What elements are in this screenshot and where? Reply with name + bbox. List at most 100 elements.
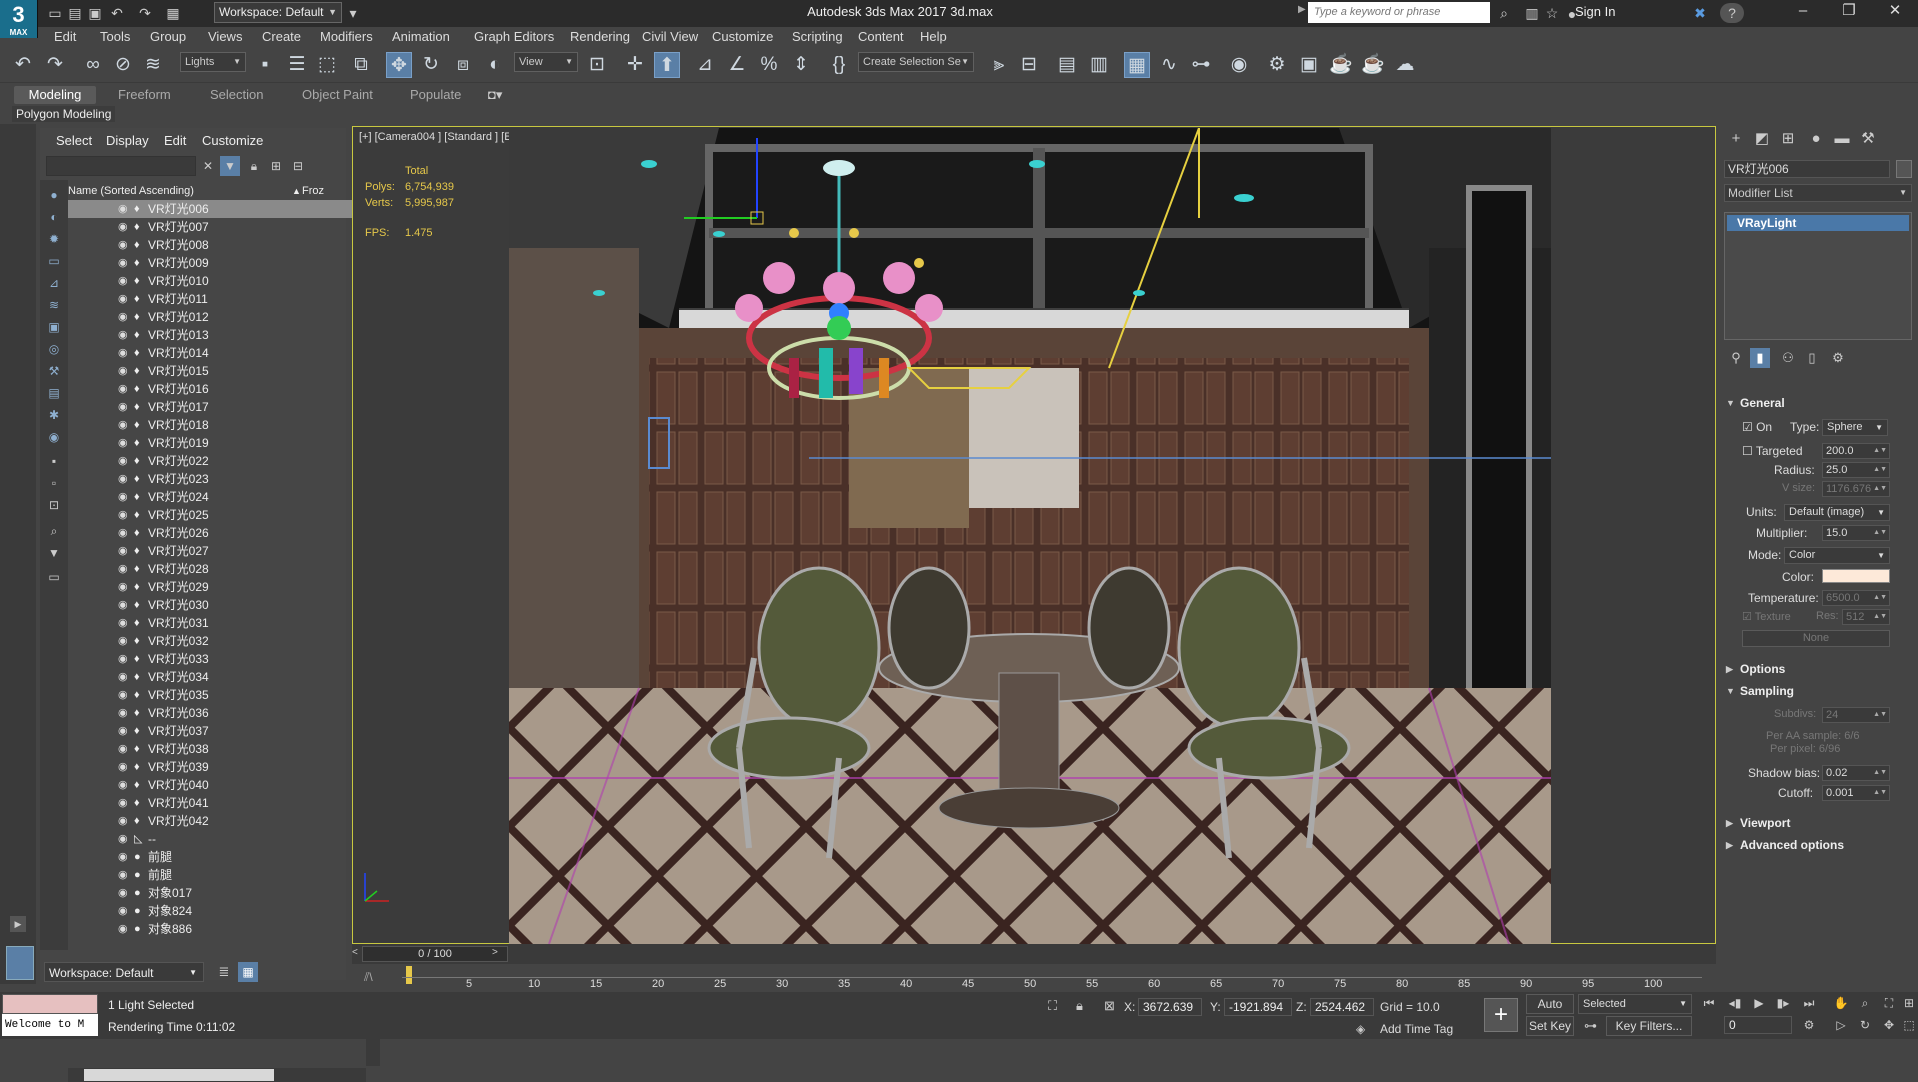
make-unique-icon[interactable]: ⚇ <box>1778 348 1798 368</box>
field-of-view-icon[interactable]: ▷ <box>1832 1016 1850 1034</box>
pivot-center-icon[interactable]: ⊡ <box>584 52 610 78</box>
display-particles-icon[interactable]: ✱ <box>44 408 64 424</box>
explorer-row[interactable]: ◉ ♦ VR灯光009 <box>68 254 366 272</box>
bulb-icon[interactable]: ♦ <box>134 434 140 452</box>
visibility-eye-icon[interactable]: ◉ <box>118 704 128 722</box>
material-editor-icon[interactable]: ◉ <box>1226 52 1252 78</box>
visibility-eye-icon[interactable]: ◉ <box>118 884 128 902</box>
render-iterative-icon[interactable]: ☕ <box>1360 52 1386 78</box>
display-lights-icon[interactable]: ✹ <box>44 232 64 248</box>
curve-editor-icon[interactable]: ∿ <box>1156 52 1182 78</box>
select-by-name-icon[interactable]: ☰ <box>284 52 310 78</box>
display-shapes-icon[interactable]: ◐ <box>44 210 64 226</box>
menu-customize[interactable]: Customize <box>712 27 773 47</box>
tab-selection[interactable]: Selection <box>210 86 263 104</box>
bulb-icon[interactable]: ♦ <box>134 614 140 632</box>
explorer-menu-customize[interactable]: Customize <box>202 133 263 148</box>
visibility-eye-icon[interactable]: ◉ <box>118 470 128 488</box>
explorer-row[interactable]: ◉ ♦ VR灯光018 <box>68 416 366 434</box>
explorer-row[interactable]: ◉ ♦ VR灯光026 <box>68 524 366 542</box>
sort-by-hierarchy-icon[interactable]: ▦ <box>238 962 258 982</box>
rollout-options[interactable]: ▶ Options <box>1722 660 1914 678</box>
next-frame-icon[interactable]: ▮▸ <box>1774 994 1792 1012</box>
visibility-eye-icon[interactable]: ◉ <box>118 524 128 542</box>
bulb-icon[interactable]: ♦ <box>134 632 140 650</box>
bulb-icon[interactable]: ♦ <box>134 704 140 722</box>
x-coordinate-input[interactable]: 3672.639 <box>1138 998 1202 1016</box>
explorer-row[interactable]: ◉ ♦ VR灯光017 <box>68 398 366 416</box>
spinner-snap-icon[interactable]: ⇕ <box>788 52 814 78</box>
multiplier-spinner[interactable]: 15.0 ▲▼ <box>1822 525 1890 541</box>
explorer-row[interactable]: ◉ ◺ -- <box>68 830 366 848</box>
bulb-icon[interactable]: ♦ <box>134 218 140 236</box>
subscription-icon[interactable]: ▥ <box>1522 3 1542 23</box>
viewport-render-area[interactable] <box>509 128 1551 944</box>
explorer-row[interactable]: ◉ ● 对象886 <box>68 920 366 938</box>
select-and-place-icon[interactable]: ◐ <box>482 52 508 78</box>
help-icon[interactable]: ? <box>1720 3 1744 23</box>
mode-dropdown[interactable]: Color ▼ <box>1784 547 1890 564</box>
create-tab-icon[interactable]: + <box>1724 128 1748 150</box>
favorites-icon[interactable]: ☆ <box>1542 3 1562 23</box>
render-production-icon[interactable]: ☕ <box>1328 52 1354 78</box>
visibility-eye-icon[interactable]: ◉ <box>118 812 128 830</box>
y-coordinate-input[interactable]: -1921.894 <box>1224 998 1292 1016</box>
explorer-row[interactable]: ◉ ♦ VR灯光023 <box>68 470 366 488</box>
visibility-eye-icon[interactable]: ◉ <box>118 578 128 596</box>
window-crossing-icon[interactable]: ⧉ <box>348 52 374 78</box>
selection-lock-icon[interactable]: 🔒︎ <box>1076 998 1083 1014</box>
hierarchy-tab-icon[interactable]: ⊞ <box>1776 128 1800 150</box>
configure-modifier-sets-icon[interactable]: ⚙ <box>1828 348 1848 368</box>
visibility-eye-icon[interactable]: ◉ <box>118 650 128 668</box>
sphere-icon[interactable]: ● <box>134 884 141 902</box>
visibility-eye-icon[interactable]: ◉ <box>118 236 128 254</box>
scrollbar-thumb[interactable] <box>84 1069 274 1081</box>
zoom-extents-icon[interactable]: ⛶ <box>1880 994 1898 1012</box>
bulb-icon[interactable]: ♦ <box>134 722 140 740</box>
explorer-row[interactable]: ◉ ♦ VR灯光041 <box>68 794 366 812</box>
cutoff-spinner[interactable]: 0.001 ▲▼ <box>1822 785 1890 801</box>
layer-hierarchy-icon[interactable]: ⊟ <box>288 156 308 176</box>
bulb-icon[interactable]: ♦ <box>134 668 140 686</box>
on-checkbox[interactable]: ☑ On <box>1742 420 1772 434</box>
filter-funnel-icon[interactable]: ▼ <box>44 546 64 562</box>
select-manipulate-icon[interactable]: ✛ <box>622 52 648 78</box>
visibility-eye-icon[interactable]: ◉ <box>118 542 128 560</box>
explorer-row[interactable]: ◉ ♦ VR灯光024 <box>68 488 366 506</box>
time-tag-icon[interactable]: ◈ <box>1356 1022 1365 1036</box>
track-bar[interactable]: ⫽\ 5 10 15 20 25 30 35 40 45 50 55 60 65 70 75 80 85 90 95… <box>352 964 1716 992</box>
visibility-eye-icon[interactable]: ◉ <box>118 344 128 362</box>
display-geometry-icon[interactable]: ● <box>44 188 64 204</box>
visibility-eye-icon[interactable]: ◉ <box>118 272 128 290</box>
bulb-icon[interactable]: ♦ <box>134 398 140 416</box>
menu-animation[interactable]: Animation <box>392 27 450 47</box>
select-and-scale-icon[interactable]: ⧈ <box>450 52 476 78</box>
display-groups-icon[interactable]: ▣ <box>44 320 64 336</box>
maximize-viewport-icon[interactable]: ⬚ <box>1900 1016 1918 1034</box>
bulb-icon[interactable]: ♦ <box>134 506 140 524</box>
visibility-eye-icon[interactable]: ◉ <box>118 614 128 632</box>
column-frozen[interactable]: Froz <box>302 182 324 200</box>
object-color-swatch[interactable] <box>1896 160 1912 178</box>
project-folder-icon[interactable]: ▦ <box>164 3 182 23</box>
zoom-region-icon[interactable]: ⊞ <box>1900 994 1918 1012</box>
sign-in-link[interactable]: Sign In <box>1575 4 1615 19</box>
display-tab-icon[interactable]: ▬ <box>1830 128 1854 150</box>
goto-end-icon[interactable]: ⏭ <box>1800 994 1818 1012</box>
search-input[interactable]: Type a keyword or phrase <box>1308 2 1490 23</box>
explorer-row[interactable]: ◉ ♦ VR灯光010 <box>68 272 366 290</box>
orbit-icon[interactable]: ↻ <box>1856 1016 1874 1034</box>
remove-modifier-icon[interactable]: ▯ <box>1802 348 1822 368</box>
visibility-eye-icon[interactable]: ◉ <box>118 452 128 470</box>
explorer-horizontal-scrollbar[interactable] <box>68 1068 366 1082</box>
explorer-row[interactable]: ◉ ♦ VR灯光022 <box>68 452 366 470</box>
visibility-eye-icon[interactable]: ◉ <box>118 254 128 272</box>
clear-search-icon[interactable]: ✕ <box>198 156 218 176</box>
explorer-row[interactable]: ◉ ♦ VR灯光039 <box>68 758 366 776</box>
bulb-icon[interactable]: ♦ <box>134 452 140 470</box>
visibility-eye-icon[interactable]: ◉ <box>118 380 128 398</box>
visibility-eye-icon[interactable]: ◉ <box>118 758 128 776</box>
bulb-icon[interactable]: ♦ <box>134 524 140 542</box>
percent-snap-icon[interactable]: % <box>756 52 782 78</box>
menu-content[interactable]: Content <box>858 27 904 47</box>
